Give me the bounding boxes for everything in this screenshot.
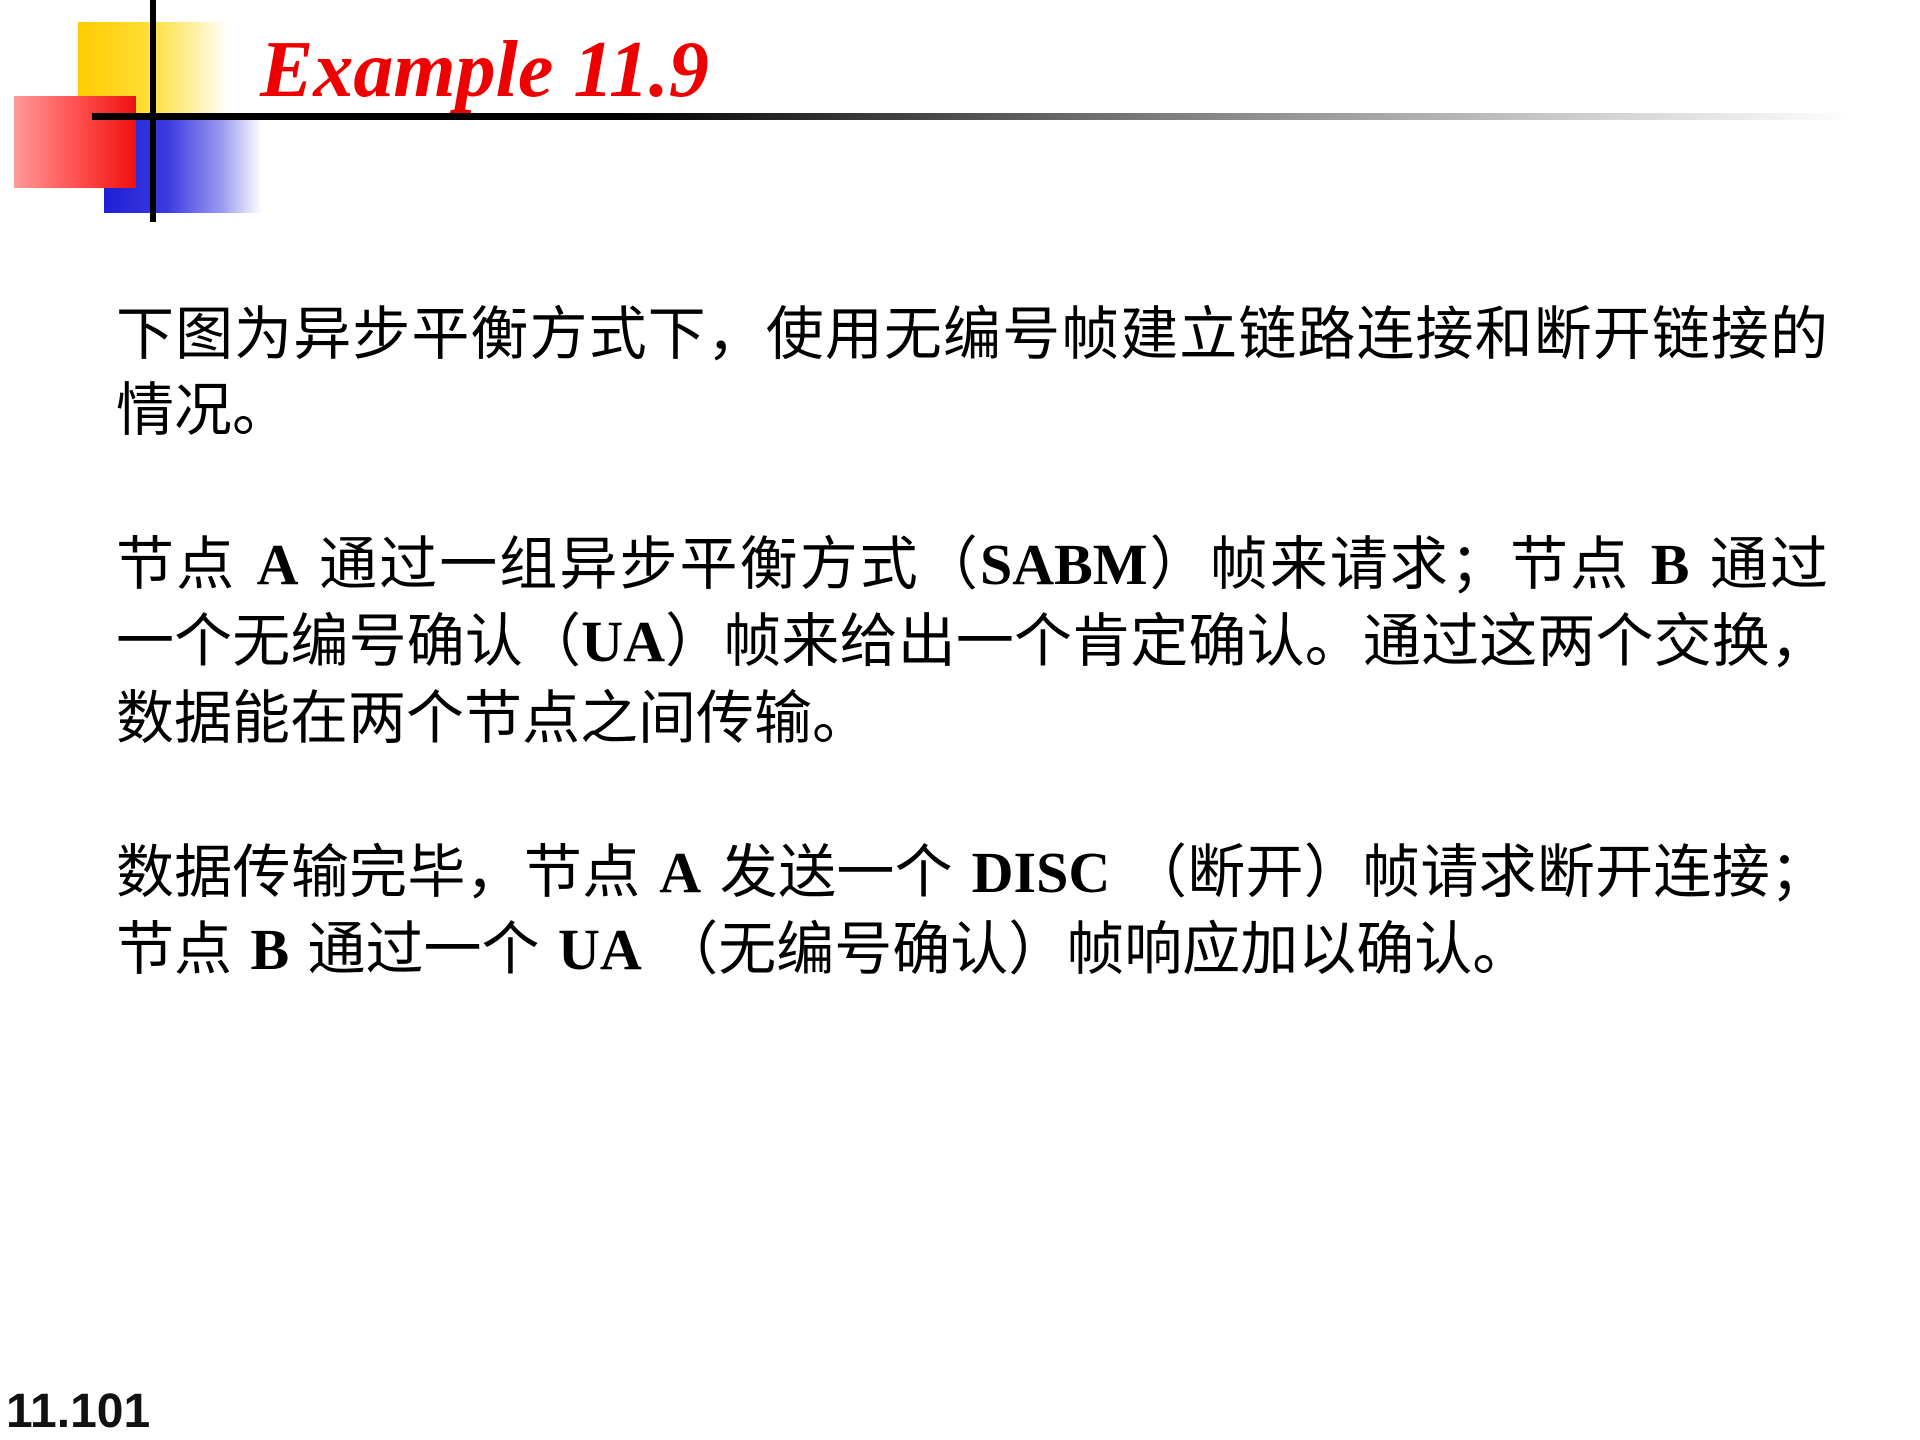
slide-body: 下图为异步平衡方式下，使用无编号帧建立链路连接和断开链接的情况。 节点 A 通过… bbox=[116, 296, 1828, 1066]
paragraph-3: 数据传输完毕，节点 A 发送一个 DISC （断开）帧请求断开连接；节点 B 通… bbox=[116, 834, 1828, 988]
node-b-label: B bbox=[1650, 532, 1690, 597]
logo-vertical-line bbox=[150, 0, 156, 222]
slide: Example 11.9 下图为异步平衡方式下，使用无编号帧建立链路连接和断开链… bbox=[0, 0, 1920, 1440]
node-a-label: A bbox=[659, 840, 702, 905]
slide-number: 11.101 bbox=[6, 1385, 151, 1438]
text-segment: 下图为异步平衡方式下，使用无编号帧建立链路连接和断开链接的情况。 bbox=[116, 300, 1828, 444]
node-a-label: A bbox=[256, 532, 299, 597]
text-segment: 通过一组异步平衡方式（ bbox=[298, 530, 980, 598]
paragraph-1: 下图为异步平衡方式下，使用无编号帧建立链路连接和断开链接的情况。 bbox=[116, 296, 1828, 448]
text-segment: 数据传输完毕，节点 bbox=[116, 838, 660, 906]
node-b-label: B bbox=[250, 917, 290, 982]
sabm-term: SABM bbox=[979, 532, 1148, 597]
logo-red-block bbox=[14, 96, 136, 188]
text-segment: 节点 bbox=[116, 530, 257, 598]
text-segment: ）帧来请求；节点 bbox=[1147, 530, 1651, 598]
disc-term: DISC bbox=[971, 840, 1111, 905]
ua-term: UA bbox=[558, 917, 642, 982]
text-segment: 通过一个 bbox=[289, 915, 558, 983]
ua-term: UA bbox=[581, 609, 665, 674]
slide-title: Example 11.9 bbox=[260, 26, 709, 114]
paragraph-2: 节点 A 通过一组异步平衡方式（SABM）帧来请求；节点 B 通过一个无编号确认… bbox=[116, 526, 1828, 756]
text-segment: 发送一个 bbox=[701, 838, 972, 906]
text-segment: （无编号确认）帧响应加以确认。 bbox=[641, 915, 1531, 983]
